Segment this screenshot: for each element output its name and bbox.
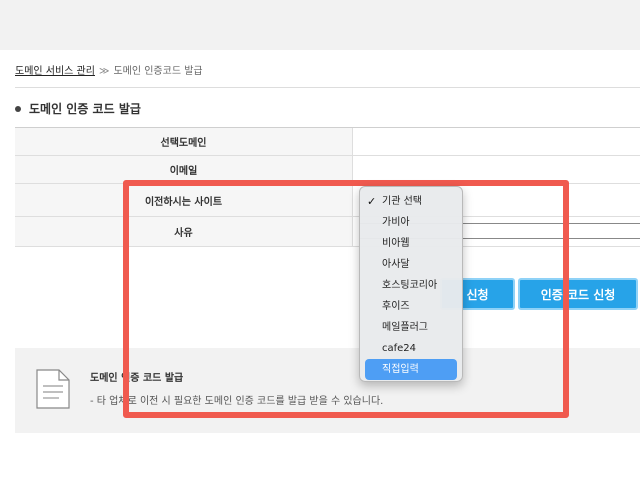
dropdown-option-gabia[interactable]: 가비아 bbox=[360, 212, 462, 233]
bullet-icon bbox=[15, 105, 21, 112]
email-value bbox=[353, 156, 640, 183]
document-icon bbox=[36, 369, 70, 409]
dropdown-option-cafe24[interactable]: cafe24 bbox=[360, 338, 462, 359]
breadcrumb-separator: ≫ bbox=[98, 66, 110, 77]
dropdown-option-whois[interactable]: 후이즈 bbox=[360, 296, 462, 317]
dropdown-option-select-agency[interactable]: ✓ 기관 선택 bbox=[360, 191, 462, 212]
breadcrumb: 도메인 서비스 관리 ≫ 도메인 인증코드 발급 bbox=[15, 62, 203, 77]
dropdown-option-direct-input[interactable]: 직접입력 bbox=[365, 359, 457, 380]
section-title: 도메인 인증 코드 발급 bbox=[15, 100, 141, 117]
dropdown-option-biaweb[interactable]: 비아웹 bbox=[360, 233, 462, 254]
form-row-domain: 선택도메인 bbox=[15, 128, 640, 156]
domain-value bbox=[353, 128, 640, 155]
dropdown-option-mailplug[interactable]: 메일플러그 bbox=[360, 317, 462, 338]
highlight-annotation-box bbox=[123, 180, 569, 418]
site-dropdown-menu[interactable]: ✓ 기관 선택 가비아 비아웹 아사달 호스팅코리아 후이즈 메일플러그 cafe… bbox=[359, 186, 463, 382]
top-bar bbox=[0, 0, 640, 50]
domain-label: 선택도메인 bbox=[15, 128, 353, 155]
breadcrumb-current: 도메인 인증코드 발급 bbox=[113, 66, 203, 77]
dropdown-option-asadal[interactable]: 아사달 bbox=[360, 254, 462, 275]
email-label: 이메일 bbox=[15, 156, 353, 183]
breadcrumb-parent-link[interactable]: 도메인 서비스 관리 bbox=[15, 66, 95, 77]
section-title-text: 도메인 인증 코드 발급 bbox=[29, 102, 141, 116]
dropdown-option-hostingkorea[interactable]: 호스팅코리아 bbox=[360, 275, 462, 296]
header-divider bbox=[15, 87, 640, 88]
checkmark-icon: ✓ bbox=[367, 195, 377, 208]
